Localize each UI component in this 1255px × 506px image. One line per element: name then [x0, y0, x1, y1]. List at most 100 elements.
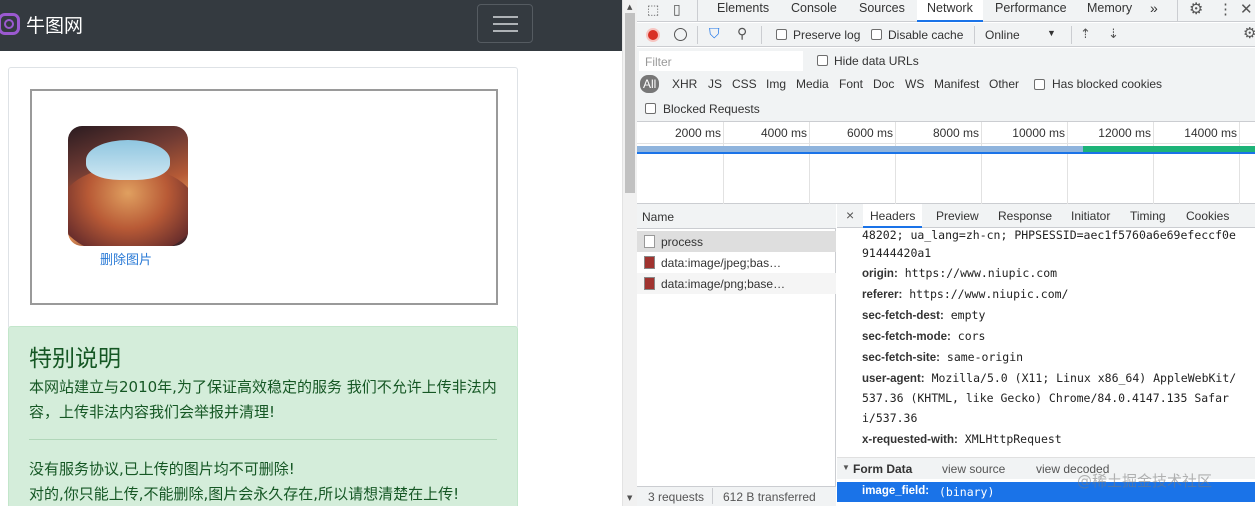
hide-data-urls-checkbox[interactable]	[817, 54, 828, 68]
tab-console[interactable]: Console	[791, 0, 837, 22]
hamburger-line	[493, 16, 518, 18]
document-icon	[644, 235, 655, 248]
timeline-bar-line	[637, 152, 1255, 154]
preserve-log-checkbox[interactable]	[776, 28, 787, 42]
header-row: origin: https://www.niupic.com	[862, 266, 1058, 280]
scrollbar-thumb[interactable]	[625, 13, 635, 193]
device-toolbar-icon[interactable]: ▯	[673, 1, 681, 18]
close-devtools-icon[interactable]: ✕	[1240, 0, 1253, 18]
record-icon[interactable]	[646, 28, 660, 42]
request-headers-list: 48202; ua_lang=zh-cn; PHPSESSID=aec1f576…	[837, 229, 1255, 457]
export-har-icon[interactable]: ⇣	[1108, 26, 1119, 42]
type-filter-js[interactable]: JS	[708, 77, 722, 91]
navbar: 牛图网	[0, 0, 622, 51]
hamburger-line	[493, 30, 518, 32]
inspect-element-icon[interactable]: ⬚	[647, 2, 659, 18]
timeline-tick-label: 6000 ms	[846, 126, 893, 140]
timeline-tick-label: 14000 ms	[1184, 126, 1237, 140]
image-file-icon	[644, 277, 655, 290]
tab-performance[interactable]: Performance	[995, 0, 1067, 22]
dropdown-caret-icon[interactable]: ▼	[1047, 28, 1056, 38]
form-data-title: Form Data	[853, 462, 913, 476]
image-file-icon	[644, 256, 655, 269]
page-scrollbar[interactable]: ▲ ▼	[622, 0, 637, 506]
type-filter-ws[interactable]: WS	[905, 77, 924, 91]
request-name: data:image/png;base…	[661, 277, 786, 291]
devtools-tabbar: ⬚ ▯ Elements Console Sources Network Per…	[637, 0, 1255, 22]
blocked-requests-label: Blocked Requests	[663, 102, 760, 116]
view-source-link[interactable]: view source	[942, 462, 1005, 476]
scroll-up-arrow-icon[interactable]: ▲	[627, 3, 632, 11]
delete-image-link[interactable]: 删除图片	[100, 249, 152, 268]
type-filter-font[interactable]: Font	[839, 77, 863, 91]
detail-tab-preview[interactable]: Preview	[936, 209, 979, 223]
navbar-toggle-button[interactable]	[477, 4, 533, 43]
request-count: 3 requests	[648, 490, 705, 504]
type-filter-doc[interactable]: Doc	[873, 77, 894, 91]
blocked-requests-checkbox[interactable]	[645, 102, 656, 116]
notice-title: 特别说明	[29, 346, 121, 372]
throttling-select[interactable]: Online	[985, 28, 1020, 42]
has-blocked-cookies-checkbox[interactable]	[1034, 78, 1045, 92]
header-row: referer: https://www.niupic.com/	[862, 287, 1069, 301]
close-detail-icon[interactable]: ×	[846, 207, 854, 223]
type-filter-xhr[interactable]: XHR	[672, 77, 697, 91]
header-row-continued: i/537.36	[862, 411, 918, 425]
tab-elements[interactable]: Elements	[717, 0, 769, 22]
scroll-down-arrow-icon[interactable]: ▼	[627, 494, 632, 502]
detail-tab-cookies[interactable]: Cookies	[1186, 209, 1229, 223]
disable-cache-checkbox[interactable]	[871, 28, 882, 42]
clear-icon[interactable]	[674, 28, 687, 41]
request-name: data:image/jpeg;bas…	[661, 256, 782, 270]
tab-memory[interactable]: Memory	[1087, 0, 1132, 22]
notice-paragraph-2: 没有服务协议,已上传的图片均不可删除! 对的,你只能上传,不能删除,图片会永久存…	[29, 457, 499, 506]
watermark: @稀土掘金技术社区	[1077, 472, 1213, 490]
request-detail-pane: × Headers Preview Response Initiator Tim…	[837, 204, 1255, 506]
type-filter-css[interactable]: CSS	[732, 77, 757, 91]
network-timeline-overview[interactable]: 2000 ms 4000 ms 6000 ms 8000 ms 10000 ms…	[637, 122, 1255, 204]
request-name: process	[661, 235, 704, 249]
request-row[interactable]: data:image/jpeg;bas…	[637, 252, 836, 273]
type-filter-all[interactable]: All	[640, 75, 660, 93]
collapse-triangle-icon: ▼	[842, 463, 850, 472]
has-blocked-cookies-label: Has blocked cookies	[1052, 77, 1163, 91]
network-toolbar: ⛉ ⚲ Preserve log Disable cache Online ▼ …	[637, 23, 1255, 47]
detail-tab-timing[interactable]: Timing	[1130, 209, 1166, 223]
type-filter-media[interactable]: Media	[796, 77, 829, 91]
request-row[interactable]: data:image/png;base…	[637, 273, 836, 294]
timeline-tick-label: 8000 ms	[932, 126, 979, 140]
type-filter-manifest[interactable]: Manifest	[934, 77, 979, 91]
webpage-viewport: 牛图网 删除图片 特别说明 本网站建立与2010年,为了保证高效稳定的服务 我们…	[0, 0, 622, 506]
tab-network[interactable]: Network	[917, 0, 983, 22]
notice-line: 没有服务协议,已上传的图片均不可删除!	[29, 460, 295, 478]
more-tabs-icon[interactable]: »	[1150, 0, 1158, 22]
header-row: sec-fetch-site: same-origin	[862, 350, 1024, 364]
tab-sources[interactable]: Sources	[859, 0, 905, 22]
detail-tab-headers[interactable]: Headers	[863, 204, 923, 228]
detail-tab-initiator[interactable]: Initiator	[1071, 209, 1110, 223]
type-filter-img[interactable]: Img	[766, 77, 786, 91]
detail-tab-response[interactable]: Response	[998, 209, 1052, 223]
filter-funnel-icon[interactable]: ⛉	[709, 25, 720, 42]
instagram-logo-icon	[0, 13, 20, 35]
divider	[29, 439, 497, 440]
header-row: sec-fetch-dest: empty	[862, 308, 986, 322]
filter-input[interactable]: Filter	[639, 51, 803, 71]
upload-dropzone[interactable]: 删除图片	[30, 89, 498, 305]
network-settings-gear-icon[interactable]: ⚙	[1243, 24, 1255, 42]
hide-data-urls-label: Hide data URLs	[834, 54, 919, 68]
disable-cache-label: Disable cache	[888, 28, 964, 42]
import-har-icon[interactable]: ⇡	[1080, 26, 1091, 42]
hamburger-line	[493, 23, 518, 25]
search-icon[interactable]: ⚲	[737, 25, 747, 42]
kebab-menu-icon[interactable]: ⋮	[1218, 0, 1233, 18]
settings-gear-icon[interactable]: ⚙	[1189, 0, 1203, 19]
brand[interactable]: 牛图网	[0, 8, 83, 40]
request-row-selected[interactable]: process	[637, 231, 836, 252]
type-filter-other[interactable]: Other	[989, 77, 1019, 91]
header-value: 91444420a1	[862, 246, 932, 260]
timeline-tick-label: 12000 ms	[1098, 126, 1151, 140]
notice-alert: 特别说明 本网站建立与2010年,为了保证高效稳定的服务 我们不允许上传非法内容…	[8, 326, 518, 506]
name-column-header[interactable]: Name	[642, 210, 674, 224]
header-row: user-agent: Mozilla/5.0 (X11; Linux x86_…	[862, 371, 1237, 385]
